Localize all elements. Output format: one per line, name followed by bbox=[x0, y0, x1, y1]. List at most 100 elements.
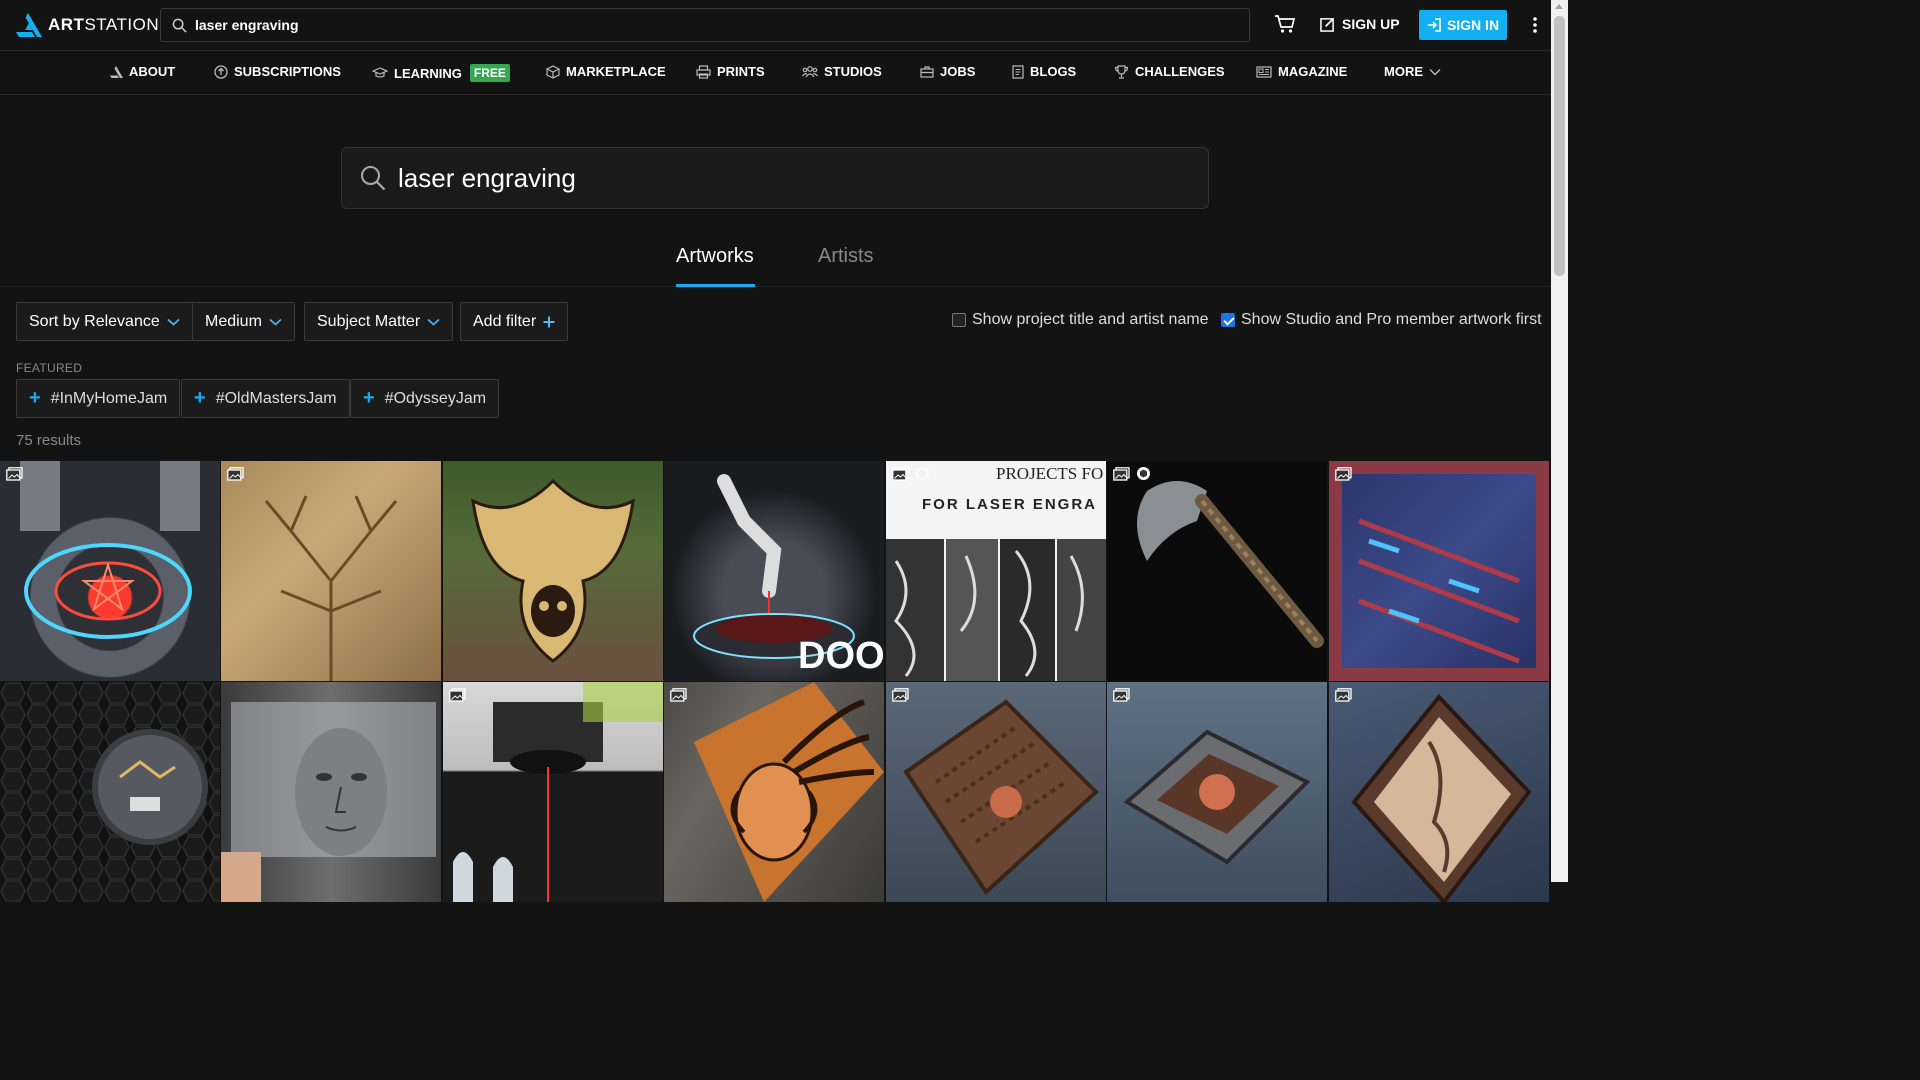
nav-magazine[interactable]: MAGAZINE bbox=[1256, 64, 1347, 79]
cart-icon[interactable] bbox=[1274, 14, 1296, 34]
subscriptions-icon bbox=[214, 64, 228, 79]
artwork-image bbox=[1329, 461, 1549, 681]
chevron-down-icon bbox=[1429, 68, 1441, 75]
medium-dropdown[interactable]: Medium bbox=[192, 302, 295, 341]
header-search-box[interactable] bbox=[160, 8, 1250, 42]
artwork-tile[interactable]: DOOM bbox=[664, 461, 884, 681]
nav-prints[interactable]: PRINTS bbox=[696, 64, 765, 79]
free-badge: FREE bbox=[469, 64, 510, 82]
sign-up-button[interactable]: SIGN UP bbox=[1320, 16, 1400, 32]
tab-artists[interactable]: Artists bbox=[818, 245, 874, 268]
featured-label: FEATURED bbox=[16, 361, 83, 375]
artwork-tile[interactable]: PROJECTS FO FOR LASER ENGRA bbox=[886, 461, 1106, 681]
gallery-icon bbox=[670, 688, 687, 702]
top-bar: ARTSTATION SIGN UP SIGN IN bbox=[0, 0, 1551, 51]
chevron-down-icon bbox=[427, 318, 440, 326]
artstation-logo-icon bbox=[16, 13, 42, 37]
nav-studios[interactable]: STUDIOS bbox=[802, 64, 882, 79]
add-filter-button[interactable]: Add filter bbox=[460, 302, 569, 341]
gallery-icon bbox=[1335, 688, 1352, 702]
artwork-image bbox=[0, 682, 220, 902]
artstation-small-icon bbox=[110, 65, 123, 78]
active-tab-indicator bbox=[676, 284, 755, 287]
show-title-toggle[interactable]: Show project title and artist name bbox=[952, 311, 1209, 329]
artwork-tile[interactable] bbox=[221, 682, 441, 902]
login-icon bbox=[1427, 18, 1441, 32]
nav-prints-label: PRINTS bbox=[717, 64, 765, 79]
sort-dropdown-label: Sort by Relevance bbox=[29, 312, 160, 330]
scrollbar-thumb[interactable] bbox=[1554, 16, 1565, 276]
cube-icon bbox=[546, 64, 560, 79]
newspaper-icon bbox=[1256, 65, 1272, 78]
nav-about-label: ABOUT bbox=[129, 64, 176, 79]
sign-in-button[interactable]: SIGN IN bbox=[1419, 10, 1507, 40]
chip-label: #OldMastersJam bbox=[215, 389, 337, 407]
gallery-icon bbox=[1113, 467, 1130, 481]
nav-more-label: MORE bbox=[1384, 64, 1423, 79]
featured-chip-odysseyjam[interactable]: + #OdysseyJam bbox=[350, 379, 500, 418]
nav-jobs-label: JOBS bbox=[940, 64, 976, 79]
plus-icon: + bbox=[363, 387, 375, 409]
subject-matter-dropdown[interactable]: Subject Matter bbox=[304, 302, 454, 341]
chip-label: #InMyHomeJam bbox=[50, 389, 168, 407]
nav-blogs[interactable]: BLOGS bbox=[1012, 64, 1076, 79]
header-search-input[interactable] bbox=[195, 17, 1195, 33]
artwork-tile[interactable] bbox=[221, 461, 441, 681]
tab-artworks[interactable]: Artworks bbox=[676, 245, 754, 268]
brand-name: ARTSTATION bbox=[48, 15, 160, 34]
main-search-box[interactable] bbox=[341, 147, 1209, 209]
show-title-label: Show project title and artist name bbox=[972, 311, 1209, 328]
more-options-icon[interactable] bbox=[1530, 15, 1540, 35]
graduation-cap-icon bbox=[372, 66, 388, 78]
artwork-tile[interactable] bbox=[443, 461, 663, 681]
doom-logo-text: DOOM bbox=[798, 635, 884, 677]
show-pro-toggle[interactable]: Show Studio and Pro member artwork first bbox=[1221, 311, 1542, 329]
show-pro-checkbox[interactable] bbox=[1221, 313, 1235, 327]
artwork-tile[interactable] bbox=[0, 461, 220, 681]
artwork-image bbox=[694, 682, 884, 902]
artwork-tile[interactable] bbox=[1107, 682, 1327, 902]
artwork-tile[interactable] bbox=[886, 682, 1106, 902]
nav-marketplace[interactable]: MARKETPLACE bbox=[546, 64, 666, 79]
3d-model-icon bbox=[1137, 467, 1150, 480]
printer-icon bbox=[696, 64, 711, 79]
sort-dropdown[interactable]: Sort by Relevance bbox=[16, 302, 193, 341]
gallery-icon bbox=[227, 467, 244, 481]
artwork-image bbox=[1351, 693, 1532, 902]
gallery-icon bbox=[449, 688, 466, 702]
nav-magazine-label: MAGAZINE bbox=[1278, 64, 1348, 79]
plus-icon: + bbox=[29, 387, 41, 409]
artwork-tile[interactable] bbox=[1329, 682, 1549, 902]
briefcase-icon bbox=[920, 66, 934, 78]
nav-subscriptions[interactable]: SUBSCRIPTIONS bbox=[214, 64, 341, 79]
artwork-tile[interactable] bbox=[0, 682, 220, 902]
nav-learning[interactable]: LEARNING FREE bbox=[372, 64, 510, 82]
artwork-tile[interactable] bbox=[1329, 461, 1549, 681]
nav-more[interactable]: MORE bbox=[1384, 64, 1441, 79]
nav-about[interactable]: ABOUT bbox=[110, 64, 175, 79]
main-search-input[interactable] bbox=[398, 162, 1178, 194]
add-filter-label: Add filter bbox=[473, 312, 537, 330]
artwork-tile[interactable] bbox=[664, 682, 884, 902]
artwork-tile[interactable] bbox=[1107, 461, 1327, 681]
plus-icon: + bbox=[194, 387, 206, 409]
nav-jobs[interactable]: JOBS bbox=[920, 64, 975, 79]
chip-label: #OdysseyJam bbox=[384, 389, 487, 407]
chevron-down-icon bbox=[269, 318, 282, 326]
artwork-image bbox=[1137, 481, 1324, 648]
page-scrollbar[interactable] bbox=[1551, 0, 1568, 882]
artstation-logo[interactable]: ARTSTATION bbox=[16, 13, 159, 37]
featured-chip-oldmastersjam[interactable]: + #OldMastersJam bbox=[181, 379, 350, 418]
nav-challenges[interactable]: CHALLENGES bbox=[1114, 64, 1225, 79]
scroll-up-arrow-icon[interactable] bbox=[1555, 4, 1563, 9]
artwork-grid: DOOM PROJECTS FO FOR LASER ENGRA bbox=[0, 461, 1551, 902]
search-icon bbox=[172, 18, 187, 33]
show-title-checkbox[interactable] bbox=[952, 313, 966, 327]
edit-icon bbox=[1320, 17, 1334, 32]
artwork-tile[interactable] bbox=[443, 682, 663, 902]
artwork-image bbox=[903, 699, 1099, 896]
rotate-360-icon bbox=[916, 467, 930, 480]
main-nav: ABOUT SUBSCRIPTIONS LEARNING FREE MARKET… bbox=[0, 51, 1551, 95]
results-count: 75 results bbox=[16, 432, 82, 449]
featured-chip-inmyhomejam[interactable]: + #InMyHomeJam bbox=[16, 379, 181, 418]
